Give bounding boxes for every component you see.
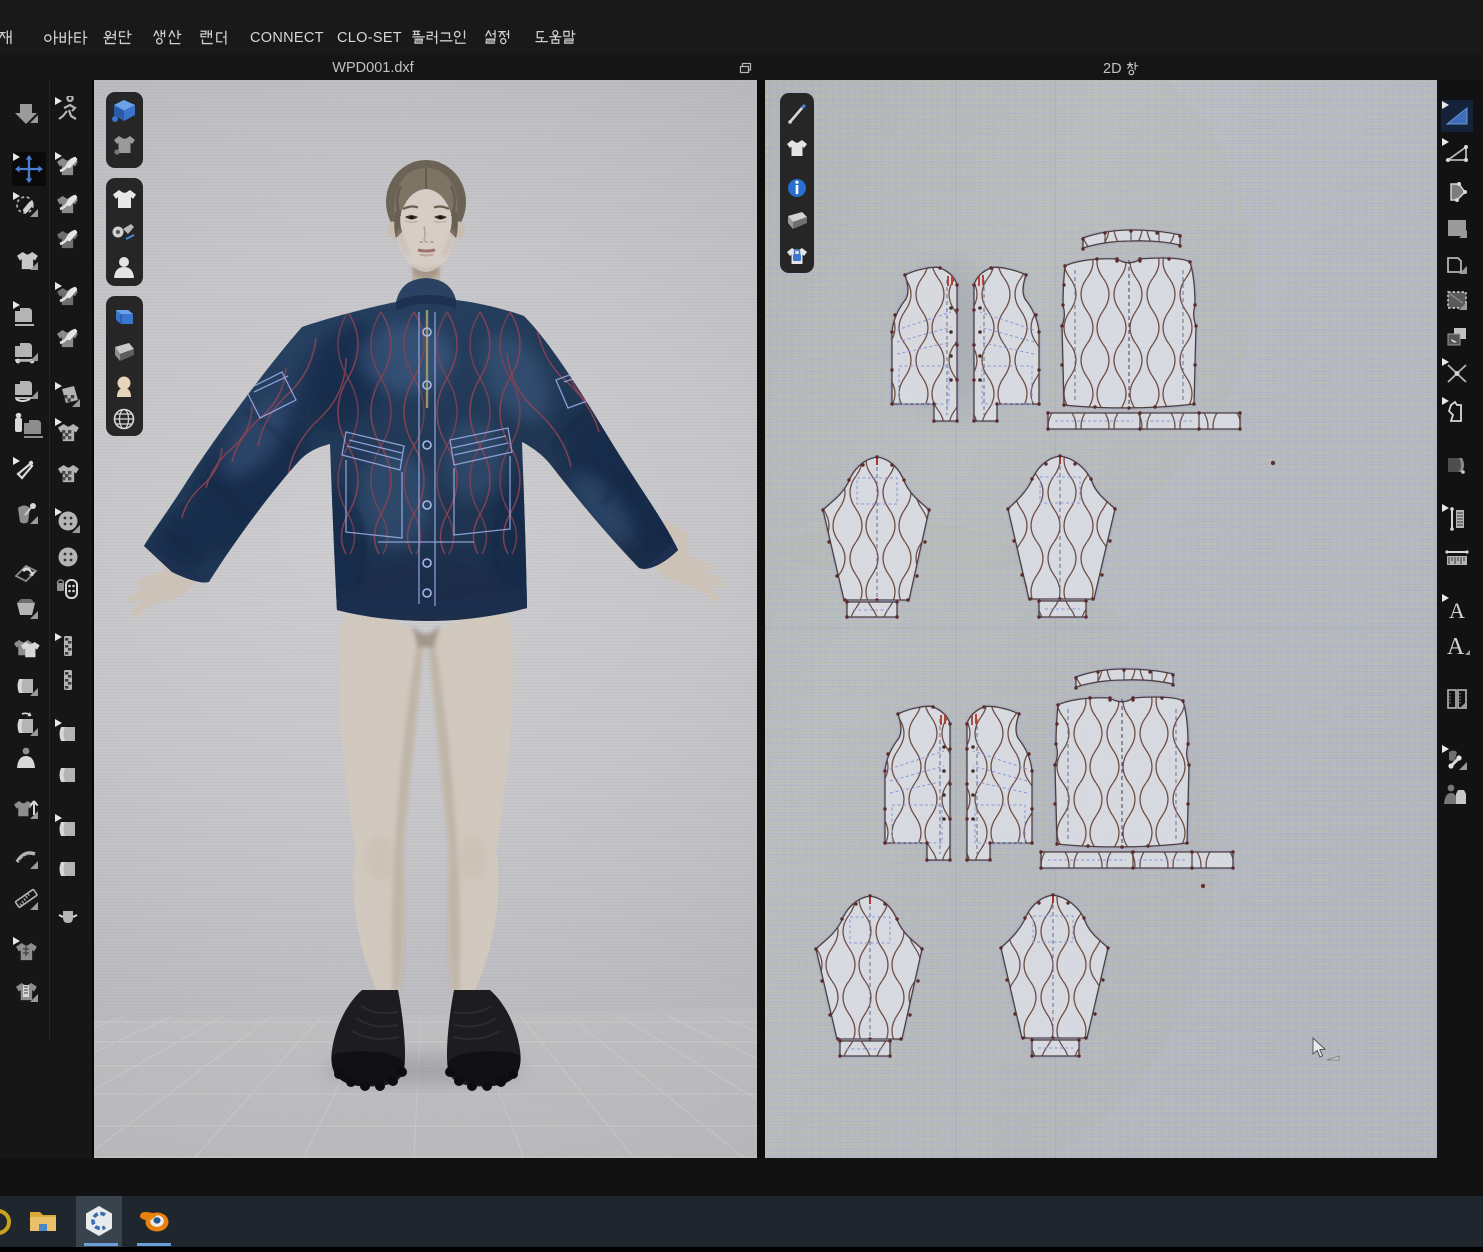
svg-text:A: A xyxy=(1447,634,1465,660)
svg-text:A: A xyxy=(1449,598,1465,623)
